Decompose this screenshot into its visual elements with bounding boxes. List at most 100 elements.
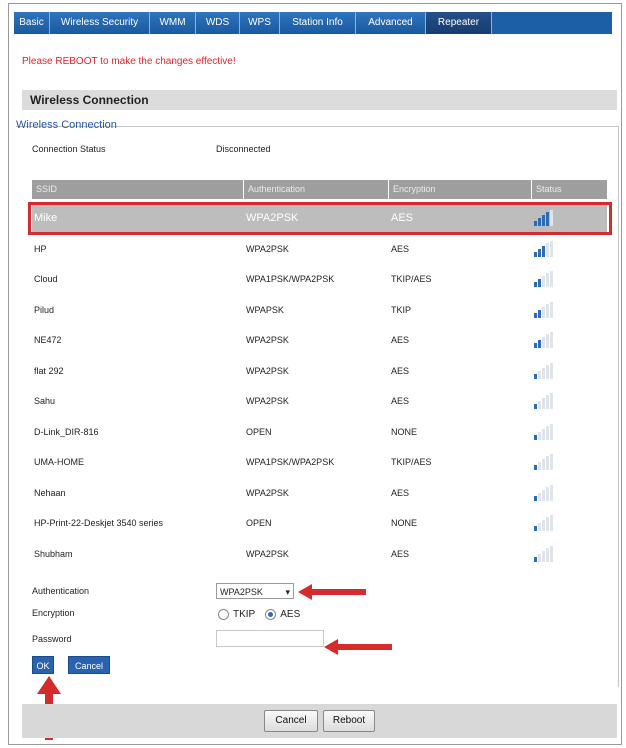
arrow-annotation-icon — [324, 639, 392, 655]
signal-bar — [538, 218, 541, 226]
signal-bar — [550, 546, 553, 562]
column-header-ssid: SSID — [32, 180, 244, 199]
signal-bar — [546, 487, 549, 501]
signal-bar — [534, 404, 537, 409]
table-header: SSID Authentication Encryption Status — [32, 180, 607, 199]
cell-authentication: WPA2PSK — [246, 366, 289, 376]
encryption-radio-group: TKIP AES — [218, 609, 300, 620]
cell-ssid: flat 292 — [34, 366, 64, 376]
signal-bar — [550, 271, 553, 287]
signal-bar — [546, 212, 549, 226]
tab-station-info[interactable]: Station Info — [280, 12, 356, 34]
tab-wps[interactable]: WPS — [240, 12, 280, 34]
signal-bar — [550, 241, 553, 257]
signal-bar — [542, 368, 545, 379]
cell-ssid: Mike — [34, 212, 58, 224]
authentication-select-value: WPA2PSK — [220, 587, 263, 597]
table-row[interactable]: flat 292 WPA2PSK AES — [32, 356, 607, 386]
signal-bar — [538, 340, 541, 348]
signal-bar — [546, 517, 549, 531]
signal-bar — [534, 526, 537, 531]
tab-advanced[interactable]: Advanced — [356, 12, 426, 34]
tab-wmm[interactable]: WMM — [150, 12, 196, 34]
signal-strength-icon — [534, 271, 554, 287]
cell-status — [532, 417, 553, 447]
radio-tkip-label: TKIP — [233, 609, 256, 620]
tab-repeater[interactable]: Repeater — [426, 12, 492, 34]
cell-ssid: Pilud — [34, 305, 55, 315]
cell-status — [532, 234, 553, 264]
signal-bar — [542, 520, 545, 531]
arrow-annotation-icon — [298, 584, 366, 600]
signal-bar — [550, 210, 553, 226]
signal-strength-icon — [534, 515, 554, 531]
signal-bar — [542, 490, 545, 501]
column-header-status: Status — [536, 184, 562, 194]
table-row[interactable]: NE472 WPA2PSK AES — [32, 325, 607, 355]
signal-bar — [538, 279, 541, 287]
cell-status — [532, 264, 553, 294]
cell-encryption: TKIP — [391, 305, 412, 315]
cell-encryption: AES — [391, 396, 410, 406]
table-row[interactable]: Cloud WPA1PSK/WPA2PSK TKIP/AES — [32, 264, 607, 294]
section-title: Wireless Connection — [22, 90, 617, 110]
signal-bar — [538, 310, 541, 318]
column-header-authentication: Authentication — [244, 180, 389, 199]
table-row[interactable]: Shubham WPA2PSK AES — [32, 539, 607, 569]
signal-strength-icon — [534, 546, 554, 562]
signal-bar — [542, 337, 545, 348]
signal-bar — [542, 215, 545, 226]
cell-authentication: OPEN — [246, 427, 272, 437]
cell-status — [532, 356, 553, 386]
table-row[interactable]: UMA-HOME WPA1PSK/WPA2PSK TKIP/AES — [32, 447, 607, 477]
ok-button[interactable]: OK — [32, 656, 54, 674]
tab-wireless-security[interactable]: Wireless Security — [50, 12, 150, 34]
authentication-label: Authentication — [32, 586, 90, 596]
table-row[interactable]: Pilud WPAPSK TKIP — [32, 295, 607, 325]
signal-strength-icon — [534, 454, 554, 470]
password-field[interactable] — [216, 630, 324, 647]
table-row[interactable]: Nehaan WPA2PSK AES — [32, 478, 607, 508]
signal-bar — [550, 424, 553, 440]
authentication-select[interactable]: WPA2PSK ▾ — [216, 583, 294, 599]
reboot-button[interactable]: Reboot — [323, 710, 375, 732]
signal-bar — [534, 435, 537, 440]
signal-bar — [546, 548, 549, 562]
tab-basic[interactable]: Basic — [14, 12, 50, 34]
cell-encryption: AES — [391, 212, 414, 224]
cancel-button[interactable]: Cancel — [68, 656, 110, 674]
signal-bar — [534, 496, 537, 501]
cell-ssid: UMA-HOME — [34, 457, 84, 467]
tab-wds[interactable]: WDS — [196, 12, 240, 34]
cell-encryption: NONE — [391, 518, 418, 528]
cell-authentication: WPA2PSK — [246, 212, 299, 224]
tab-bar: Basic Wireless Security WMM WDS WPS Stat… — [14, 12, 612, 34]
cell-authentication: WPAPSK — [246, 305, 284, 315]
cell-ssid: HP — [34, 244, 47, 254]
bottom-cancel-button[interactable]: Cancel — [264, 710, 318, 732]
signal-strength-icon — [534, 241, 554, 257]
password-label: Password — [32, 634, 72, 644]
encryption-label: Encryption — [32, 608, 75, 618]
radio-aes[interactable] — [265, 609, 277, 620]
cell-encryption: AES — [391, 366, 410, 376]
table-row[interactable]: HP WPA2PSK AES — [32, 234, 607, 264]
radio-tkip[interactable] — [218, 609, 229, 620]
table-row[interactable]: Sahu WPA2PSK AES — [32, 386, 607, 416]
signal-bar — [542, 429, 545, 440]
cell-encryption: AES — [391, 549, 410, 559]
table-row[interactable]: HP-Print-22-Deskjet 3540 series OPEN NONE — [32, 508, 607, 538]
fieldset-legend: Wireless Connection — [16, 119, 117, 131]
cell-encryption: NONE — [391, 427, 418, 437]
signal-strength-icon — [534, 393, 554, 409]
table-row[interactable]: Mike WPA2PSK AES — [32, 203, 607, 233]
signal-bar — [534, 343, 537, 348]
cell-status — [532, 203, 553, 233]
cell-ssid: NE472 — [34, 335, 62, 345]
signal-strength-icon — [534, 302, 554, 318]
table-row[interactable]: D-Link_DIR-816 OPEN NONE — [32, 417, 607, 447]
cell-encryption: AES — [391, 244, 410, 254]
signal-bar — [538, 249, 541, 257]
signal-bar — [534, 313, 537, 318]
cell-ssid: Shubham — [34, 549, 73, 559]
